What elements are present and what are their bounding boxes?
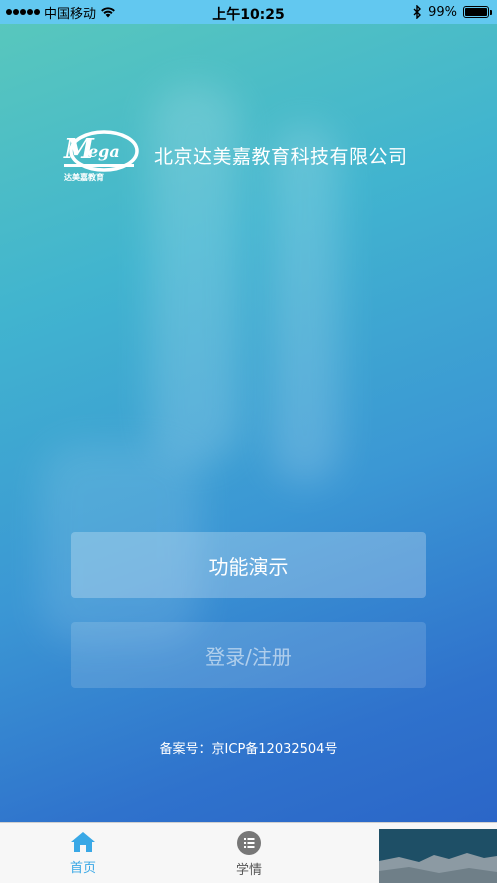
status-left: 中国移动 [6,0,116,24]
icp-record: 备案号：京ICP备12032504号 [159,742,338,757]
battery-icon [463,6,492,18]
battery-percent: 99% [428,4,457,20]
mega-logo: M ega 达美嘉教育 [63,130,139,182]
thumbnail-image [379,829,497,883]
signal-dots-icon [6,9,40,15]
tab-home-label: 首页 [69,861,96,876]
login-button-label: 登录/注册 [205,644,292,669]
demo-button[interactable]: 功能演示 [71,532,426,598]
battery-fill [465,8,487,16]
status-bar: 中国移动 上午10:25 99% [0,0,497,24]
company-name: 北京达美嘉教育科技有限公司 [154,146,408,168]
home-icon [71,832,95,852]
svg-text:达美嘉教育: 达美嘉教育 [64,172,104,182]
tab-study[interactable]: 学情 [166,823,332,883]
tab-study-label: 学情 [235,863,262,878]
tab-home[interactable]: 首页 [0,823,166,883]
brand-header: M ega 达美嘉教育 北京达美嘉教育科技有限公司 [62,124,442,184]
bluetooth-icon [413,5,422,19]
status-right: 99% [413,0,492,24]
splash-background: M ega 达美嘉教育 北京达美嘉教育科技有限公司 功能演示 登录/注册 备案号… [0,24,497,822]
demo-button-label: 功能演示 [208,554,289,579]
tab-bar: 首页 学情 [0,822,497,883]
login-register-button[interactable]: 登录/注册 [71,622,426,688]
wifi-icon [101,7,115,18]
carrier-name: 中国移动 [44,6,97,22]
svg-text:ega: ega [88,142,120,161]
list-icon [237,831,261,855]
